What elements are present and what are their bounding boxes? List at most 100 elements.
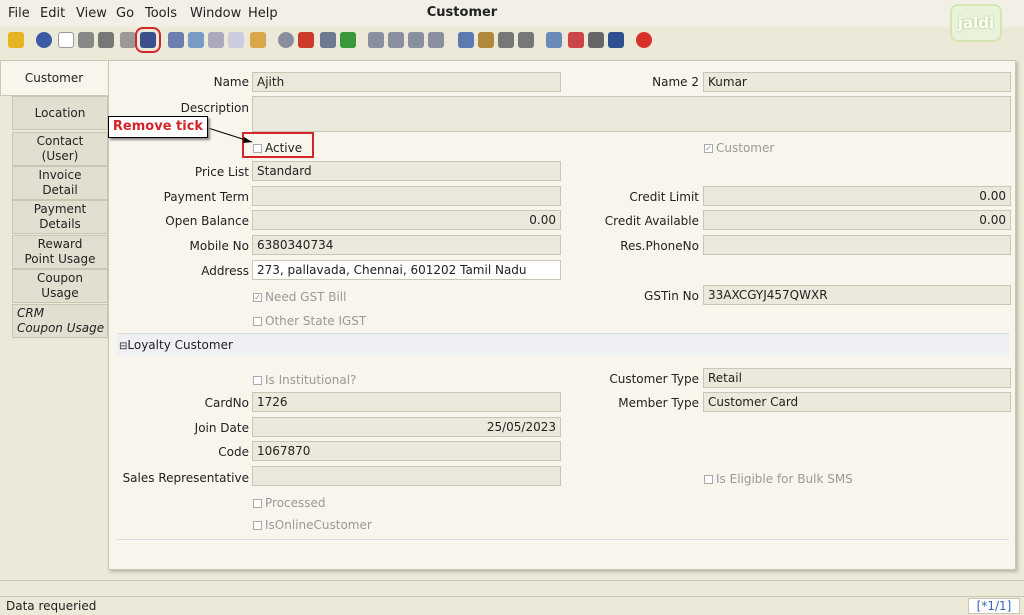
res-phone-field[interactable] [703, 235, 1011, 255]
last-record-icon[interactable] [428, 32, 444, 48]
join-date-field[interactable]: 25/05/2023 [252, 417, 561, 437]
next-record-icon[interactable] [408, 32, 424, 48]
mobile-field[interactable]: 6380340734 [252, 235, 561, 255]
customer-checkbox-box[interactable]: ✓ [704, 143, 713, 153]
name-field[interactable]: Ajith [252, 72, 561, 92]
delete-icon[interactable] [98, 32, 114, 48]
status-bar: Data requeried [*1/1] [0, 596, 1024, 615]
other-state-igst-checkbox[interactable]: Other State IGST [253, 314, 366, 328]
is-institutional-checkbox[interactable]: Is Institutional? [253, 373, 356, 387]
online-checkbox-box[interactable] [253, 520, 262, 530]
chat-icon[interactable] [228, 32, 244, 48]
need-gst-checkbox[interactable]: ✓ Need GST Bill [253, 290, 346, 304]
tab-contact[interactable]: Contact (User) [12, 132, 108, 166]
member-type-field[interactable]: Customer Card [703, 392, 1011, 412]
attachment-icon[interactable] [208, 32, 224, 48]
credit-available-label: Credit Available [604, 214, 699, 228]
home-icon[interactable] [298, 32, 314, 48]
online-label: IsOnlineCustomer [265, 518, 372, 532]
customer-type-field[interactable]: Retail [703, 368, 1011, 388]
tab-coupon-label: Coupon Usage [37, 271, 83, 300]
window-title: Customer [426, 5, 498, 20]
res-phone-label: Res.PhoneNo [620, 239, 699, 253]
payment-term-field[interactable] [252, 186, 561, 206]
member-type-label: Member Type [618, 396, 699, 410]
description-field[interactable] [252, 96, 1011, 132]
open-balance-label: Open Balance [165, 214, 249, 228]
tab-location[interactable]: Location [12, 96, 108, 130]
name-label: Name [213, 75, 249, 89]
tab-invoice-detail[interactable]: Invoice Detail [12, 166, 108, 200]
archive-icon[interactable] [478, 32, 494, 48]
request-icon[interactable] [588, 32, 604, 48]
zoom-across-icon[interactable] [546, 32, 562, 48]
institutional-checkbox-box[interactable] [253, 375, 262, 385]
tab-invoice-label: Invoice Detail [38, 168, 82, 197]
tab-payment-details[interactable]: Payment Details [12, 200, 108, 234]
toolbar [0, 27, 940, 55]
address-label: Address [201, 264, 249, 278]
tab-crm-label: CRM Coupon Usage [17, 306, 105, 335]
mobile-label: Mobile No [189, 239, 250, 253]
bulk-sms-checkbox[interactable]: Is Eligible for Bulk SMS [704, 472, 853, 486]
price-list-field[interactable]: Standard [252, 161, 561, 181]
tab-customer[interactable]: Customer [0, 60, 108, 96]
bulk-sms-checkbox-box[interactable] [704, 474, 713, 484]
copy-record-icon[interactable] [78, 32, 94, 48]
menu-bar: File Edit View Go Tools Window Help Cust… [0, 0, 1024, 27]
sales-rep-field[interactable] [252, 466, 561, 486]
form-divider [117, 539, 1009, 540]
remove-tick-callout: Remove tick [108, 116, 208, 138]
menu-icon[interactable] [278, 32, 294, 48]
loyalty-customer-section[interactable]: ⊟Loyalty Customer [117, 333, 1009, 355]
customer-checkbox[interactable]: ✓ Customer [704, 141, 774, 155]
processed-checkbox[interactable]: Processed [253, 496, 326, 510]
new-record-icon[interactable] [58, 32, 74, 48]
tab-customer-label: Customer [24, 70, 84, 85]
workflow-icon[interactable] [568, 32, 584, 48]
processed-checkbox-box[interactable] [253, 498, 262, 508]
price-list-label: Price List [194, 165, 249, 179]
first-record-icon[interactable] [368, 32, 384, 48]
other-state-label: Other State IGST [265, 314, 367, 328]
is-online-customer-checkbox[interactable]: IsOnlineCustomer [253, 518, 372, 532]
save-icon[interactable] [135, 27, 161, 53]
active-highlight-box [242, 132, 314, 158]
cardno-field[interactable]: 1726 [252, 392, 561, 412]
institutional-label: Is Institutional? [265, 373, 357, 387]
name2-label: Name 2 [652, 75, 699, 89]
address-field[interactable]: 273, pallavada, Chennai, 601202 Tamil Na… [252, 260, 561, 280]
print-preview-icon[interactable] [498, 32, 514, 48]
tab-reward-point-usage[interactable]: Reward Point Usage [12, 235, 108, 269]
need-gst-checkbox-box[interactable]: ✓ [253, 292, 262, 302]
tab-contact-label: Contact (User) [36, 134, 84, 163]
history-icon[interactable] [250, 32, 266, 48]
undo-icon[interactable] [8, 32, 24, 48]
credit-limit-field[interactable]: 0.00 [703, 186, 1011, 206]
exit-icon[interactable] [636, 32, 652, 48]
code-field[interactable]: 1067870 [252, 441, 561, 461]
parent-record-icon[interactable] [320, 32, 336, 48]
tab-crm-coupon-usage[interactable]: CRM Coupon Usage [12, 304, 108, 338]
find-icon[interactable] [188, 32, 204, 48]
processed-label: Processed [265, 496, 326, 510]
detail-record-icon[interactable] [340, 32, 356, 48]
report-icon[interactable] [458, 32, 474, 48]
refresh-icon[interactable] [168, 32, 184, 48]
gstin-label: GSTin No [644, 289, 699, 303]
print-icon[interactable] [518, 32, 534, 48]
record-indicator[interactable]: [*1/1] [968, 598, 1020, 614]
previous-record-icon[interactable] [388, 32, 404, 48]
bulk-sms-label: Is Eligible for Bulk SMS [716, 472, 853, 486]
open-balance-field[interactable]: 0.00 [252, 210, 561, 230]
delete-selection-icon[interactable] [120, 32, 136, 48]
other-state-checkbox-box[interactable] [253, 316, 262, 326]
tab-coupon-usage[interactable]: Coupon Usage [12, 269, 108, 303]
loyalty-section-label: Loyalty Customer [127, 338, 233, 352]
product-info-icon[interactable] [608, 32, 624, 48]
customer-type-label: Customer Type [609, 372, 699, 386]
gstin-field[interactable]: 33AXCGYJ457QWXR [703, 285, 1011, 305]
help-icon[interactable] [36, 32, 52, 48]
name2-field[interactable]: Kumar [703, 72, 1011, 92]
credit-available-field[interactable]: 0.00 [703, 210, 1011, 230]
